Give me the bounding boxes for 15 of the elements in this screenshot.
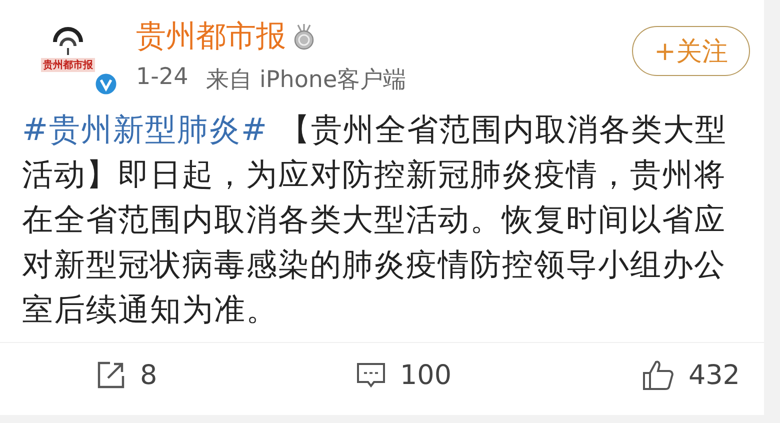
action-count: 432 — [688, 360, 740, 390]
post-source: 来自 iPhone客户端 — [206, 66, 406, 95]
logo-text: 贵州都市报 — [41, 58, 95, 72]
post-text: #贵州新型肺炎# 【贵州全省范围内取消各类大型活动】即日起，为应对防控新冠肺炎疫情，贵州将在全省范围内取消各类大型活动。恢复时间以省应对新型冠状病毒感染的肺炎疫情防控领导小组办公室后续通知为准。 — [22, 111, 728, 330]
thumbs-up-icon[interactable] — [642, 359, 674, 391]
follow-button[interactable]: +关注 — [632, 26, 750, 76]
action-count: 8 — [140, 360, 158, 390]
share-icon[interactable] — [96, 360, 126, 390]
medal-icon — [292, 24, 316, 50]
account-name[interactable]: 贵州都市报 — [136, 18, 286, 56]
logo-icon — [51, 26, 85, 56]
hashtag-link[interactable]: #贵州新型肺炎# — [22, 112, 268, 148]
comment-icon[interactable] — [356, 360, 386, 390]
action-count: 100 — [400, 360, 452, 390]
post-time: 1-24 — [136, 64, 188, 92]
